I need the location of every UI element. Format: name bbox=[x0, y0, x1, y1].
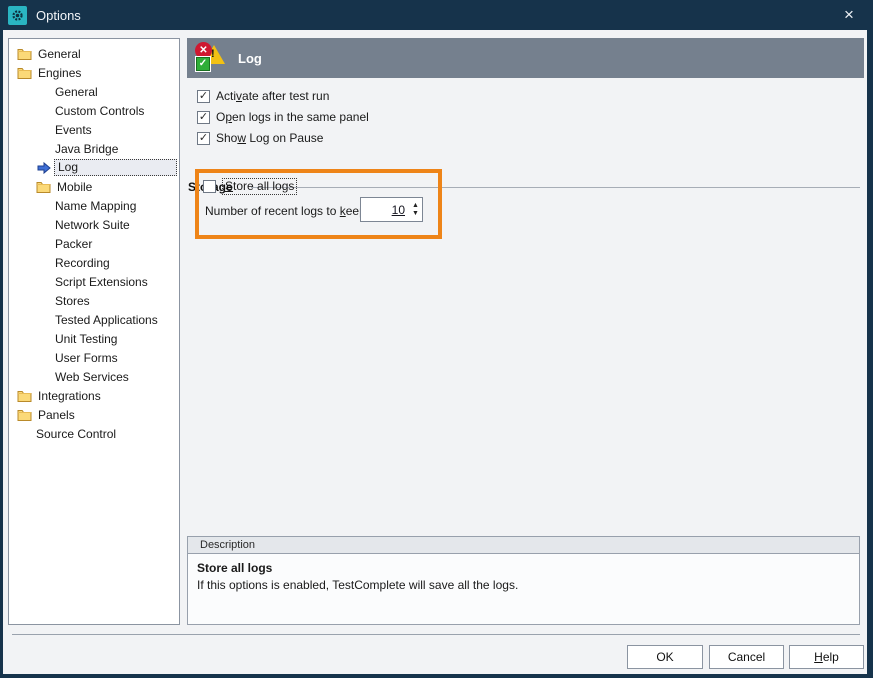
checkbox-checked-icon[interactable]: ✓ bbox=[197, 90, 210, 103]
window-title: Options bbox=[36, 8, 81, 23]
checkbox-show-log-on-pause[interactable]: ✓ Show Log on Pause bbox=[197, 129, 323, 147]
tree-item-java-bridge[interactable]: Java Bridge bbox=[9, 139, 179, 158]
checkbox-store-all-logs[interactable]: Store all logs bbox=[203, 177, 297, 195]
exclamation-glyph: ! bbox=[211, 48, 215, 60]
tree-item-source-control[interactable]: Source Control bbox=[9, 424, 179, 443]
checkbox-unchecked-icon[interactable] bbox=[203, 180, 216, 193]
checkbox-open-logs-same-panel[interactable]: ✓ Open logs in the same panel bbox=[197, 108, 369, 126]
tree-item-web-services[interactable]: Web Services bbox=[9, 367, 179, 386]
spin-down-icon[interactable]: ▼ bbox=[409, 210, 422, 218]
success-check-icon: ✓ bbox=[196, 57, 210, 71]
checkbox-checked-icon[interactable]: ✓ bbox=[197, 132, 210, 145]
help-button[interactable]: Help bbox=[789, 645, 864, 669]
page-header: ! ✕ ✓ Log bbox=[187, 38, 864, 78]
options-tree: General Engines General Custom Controls … bbox=[8, 38, 180, 625]
description-panel: Description Store all logs If this optio… bbox=[187, 536, 860, 625]
tree-item-recording[interactable]: Recording bbox=[9, 253, 179, 272]
folder-icon bbox=[36, 180, 51, 193]
spinner-arrows: ▲ ▼ bbox=[409, 198, 422, 221]
tree-item-name-mapping[interactable]: Name Mapping bbox=[9, 196, 179, 215]
ok-button[interactable]: OK bbox=[627, 645, 703, 669]
tree-item-tested-applications[interactable]: Tested Applications bbox=[9, 310, 179, 329]
cancel-button[interactable]: Cancel bbox=[709, 645, 784, 669]
tree-item-integrations[interactable]: Integrations bbox=[9, 386, 179, 405]
tree-item-mobile[interactable]: Mobile bbox=[9, 177, 179, 196]
tree-item-packer[interactable]: Packer bbox=[9, 234, 179, 253]
tree-item-general[interactable]: General bbox=[9, 44, 179, 63]
tree-item-user-forms[interactable]: User Forms bbox=[9, 348, 179, 367]
tree-item-script-extensions[interactable]: Script Extensions bbox=[9, 272, 179, 291]
storage-section-line bbox=[251, 187, 860, 188]
options-dialog: Options × General Engines General Custom… bbox=[0, 0, 873, 678]
tree-item-stores[interactable]: Stores bbox=[9, 291, 179, 310]
log-icon: ! ✕ ✓ bbox=[195, 42, 227, 74]
footer-separator bbox=[12, 634, 860, 635]
description-text: If this options is enabled, TestComplete… bbox=[197, 578, 859, 592]
tree-item-log[interactable]: Log bbox=[9, 158, 179, 177]
app-gear-icon bbox=[8, 6, 27, 25]
close-button[interactable]: × bbox=[837, 4, 861, 26]
description-title: Store all logs bbox=[197, 561, 859, 575]
spin-up-icon[interactable]: ▲ bbox=[409, 202, 422, 210]
checkbox-checked-icon[interactable]: ✓ bbox=[197, 111, 210, 124]
folder-icon bbox=[17, 47, 32, 60]
recent-logs-spinner[interactable]: 10 ▲ ▼ bbox=[360, 197, 423, 222]
tree-item-custom-controls[interactable]: Custom Controls bbox=[9, 101, 179, 120]
page-title: Log bbox=[238, 51, 262, 66]
dialog-body: General Engines General Custom Controls … bbox=[3, 30, 867, 674]
tree-item-engines[interactable]: Engines bbox=[9, 63, 179, 82]
folder-icon bbox=[17, 389, 32, 402]
recent-logs-label: Number of recent logs to keep: bbox=[205, 204, 369, 218]
description-header: Description bbox=[188, 537, 859, 554]
folder-icon bbox=[17, 408, 32, 421]
checkbox-activate-after-test-run[interactable]: ✓ Activate after test run bbox=[197, 87, 329, 105]
tree-item-panels[interactable]: Panels bbox=[9, 405, 179, 424]
tree-item-events[interactable]: Events bbox=[9, 120, 179, 139]
titlebar: Options × bbox=[0, 0, 873, 30]
tree-item-network-suite[interactable]: Network Suite bbox=[9, 215, 179, 234]
folder-icon bbox=[17, 66, 32, 79]
tree-item-unit-testing[interactable]: Unit Testing bbox=[9, 329, 179, 348]
selected-arrow-icon bbox=[37, 161, 51, 175]
recent-logs-value[interactable]: 10 bbox=[361, 203, 409, 217]
tree-item-engines-general[interactable]: General bbox=[9, 82, 179, 101]
